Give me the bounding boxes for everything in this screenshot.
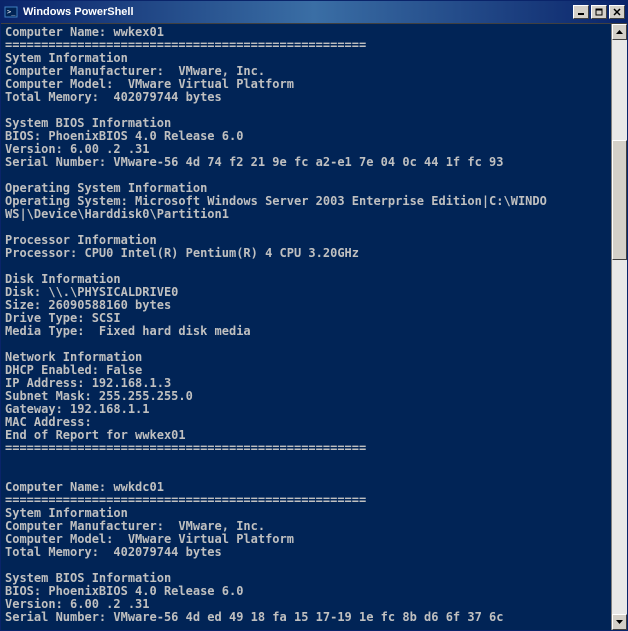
scroll-down-button[interactable] <box>612 614 627 630</box>
scroll-thumb[interactable] <box>612 140 627 260</box>
maximize-button[interactable] <box>591 5 607 19</box>
powershell-window: >_ Windows PowerShell Computer Name: wwk… <box>0 0 628 631</box>
vertical-scrollbar[interactable] <box>611 24 627 630</box>
terminal-output[interactable]: Computer Name: wwkex01 =================… <box>1 24 611 630</box>
app-icon: >_ <box>3 4 19 20</box>
window-controls <box>573 5 625 19</box>
titlebar[interactable]: >_ Windows PowerShell <box>1 1 627 23</box>
content-area: Computer Name: wwkex01 =================… <box>1 23 627 630</box>
scroll-track[interactable] <box>612 40 627 614</box>
scroll-up-button[interactable] <box>612 24 627 40</box>
svg-text:>_: >_ <box>7 8 16 16</box>
minimize-button[interactable] <box>573 5 589 19</box>
window-title: Windows PowerShell <box>23 6 573 18</box>
close-button[interactable] <box>609 5 625 19</box>
